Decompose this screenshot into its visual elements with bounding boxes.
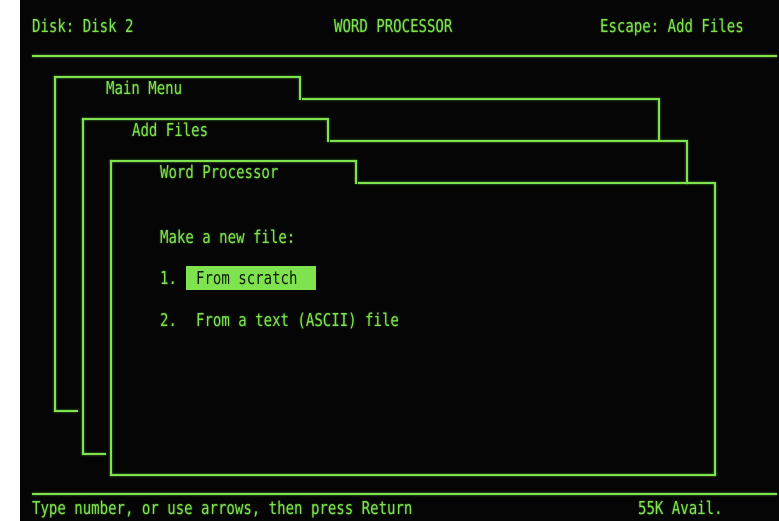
- terminal-screen: Disk: Disk 2 WORD PROCESSOR Escape: Add …: [20, 0, 779, 521]
- add-files-left-edge: [82, 118, 84, 454]
- footer-instructions: Type number, or use arrows, then press R…: [32, 498, 413, 519]
- tab-add-files[interactable]: Add Files: [132, 120, 208, 142]
- word-processor-left-edge: [110, 160, 112, 476]
- main-menu-left-edge: [54, 76, 56, 411]
- add-files-top-edge: [330, 140, 686, 142]
- new-file-prompt: Make a new file:: [160, 227, 296, 248]
- main-menu-top-edge: [302, 98, 658, 100]
- tab-main-menu[interactable]: Main Menu: [106, 78, 182, 100]
- option-1-number[interactable]: 1.: [160, 268, 177, 290]
- main-menu-bottom-stub: [54, 410, 78, 412]
- tab-word-processor[interactable]: Word Processor: [160, 162, 278, 184]
- word-processor-tab-right: [355, 160, 357, 184]
- word-processor-top-edge: [358, 182, 686, 184]
- option-from-scratch-label[interactable]: From scratch: [196, 268, 297, 290]
- main-menu-tab-right: [299, 76, 301, 100]
- add-files-right-stub: [686, 182, 714, 184]
- footer-divider: [32, 493, 777, 495]
- word-processor-bottom-edge: [110, 474, 716, 476]
- option-2-number[interactable]: 2.: [160, 310, 177, 332]
- app-title: WORD PROCESSOR: [334, 16, 453, 37]
- add-files-bottom-stub: [82, 453, 106, 455]
- option-from-ascii-file[interactable]: From a text (ASCII) file: [196, 310, 399, 332]
- add-files-tab-right: [327, 118, 329, 142]
- word-processor-right-edge: [714, 182, 716, 476]
- main-menu-right-edge: [658, 98, 660, 140]
- disk-indicator: Disk: Disk 2: [32, 16, 134, 37]
- header-divider: [32, 55, 777, 57]
- memory-available: 55K Avail.: [638, 498, 723, 519]
- escape-hint[interactable]: Escape: Add Files: [600, 16, 744, 38]
- add-files-right-edge: [686, 140, 688, 184]
